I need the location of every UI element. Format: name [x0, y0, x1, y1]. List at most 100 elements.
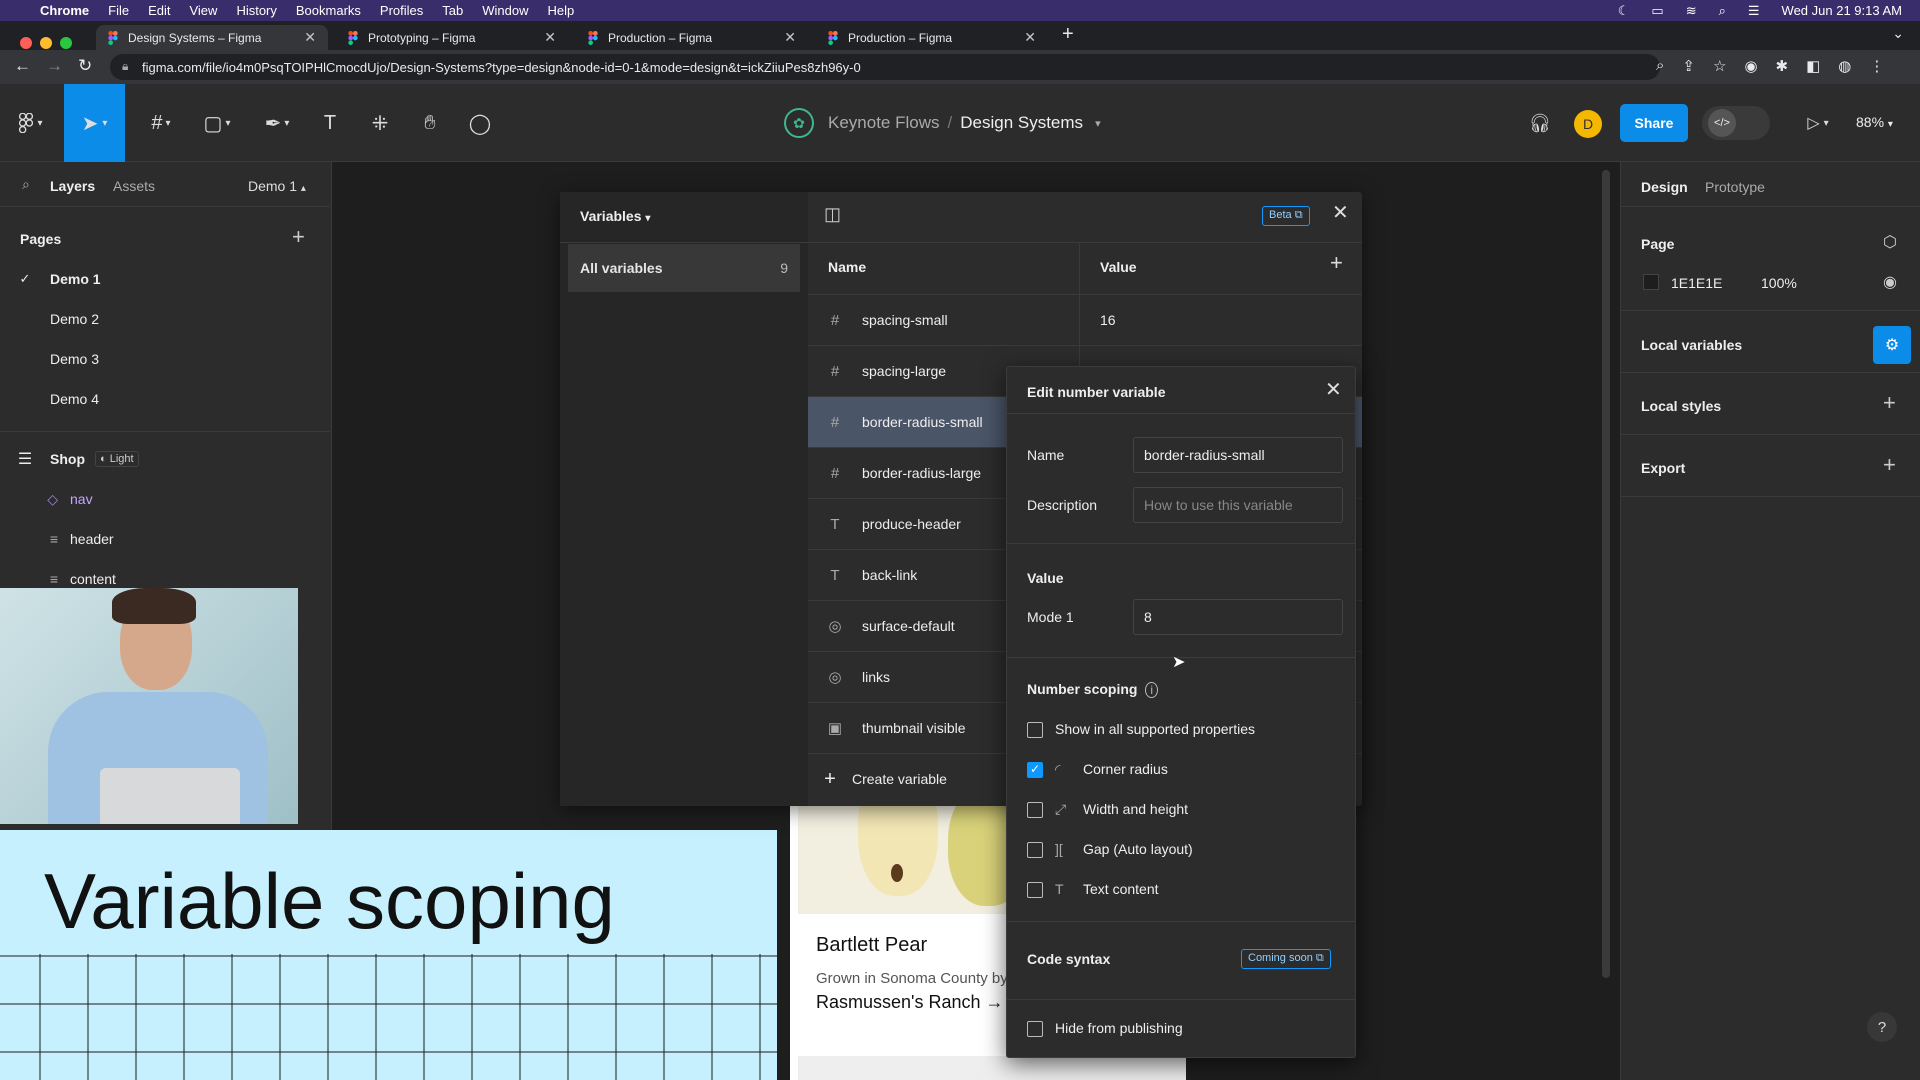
wifi-icon[interactable]: ≋	[1686, 3, 1697, 19]
zoom-dropdown[interactable]: 88% ▾	[1856, 114, 1893, 130]
collection-dropdown[interactable]: Variables ▾	[580, 208, 650, 224]
share-button[interactable]: Share	[1620, 104, 1688, 142]
file-name[interactable]: Design Systems	[960, 113, 1083, 133]
move-tool[interactable]: ➤ ▾	[64, 84, 125, 162]
add-export-button[interactable]: +	[1883, 452, 1896, 478]
present-button[interactable]: ▷ ▾	[1798, 84, 1838, 162]
lock-icon[interactable]: 🔒︎	[122, 59, 128, 74]
close-icon[interactable]: ✕	[1332, 200, 1349, 225]
close-window-button[interactable]	[20, 37, 32, 49]
menu-bookmarks[interactable]: Bookmarks	[296, 3, 361, 18]
layer-nav[interactable]: ◇ nav	[0, 479, 330, 519]
page-item-demo-1[interactable]: ✓ Demo 1	[0, 259, 330, 299]
puzzle-icon[interactable]: ✱	[1776, 57, 1789, 75]
hide-publishing-checkbox[interactable]	[1027, 1021, 1043, 1037]
menu-file[interactable]: File	[108, 3, 129, 18]
tab-search-icon[interactable]: ⌄	[1892, 25, 1904, 42]
menu-profiles[interactable]: Profiles	[380, 3, 423, 18]
reload-icon[interactable]: ↻	[78, 56, 92, 76]
coming-soon-badge[interactable]: Coming soon ⧉	[1241, 949, 1331, 969]
extension-icon[interactable]: ◉	[1744, 57, 1757, 75]
name-field[interactable]: border-radius-small	[1133, 437, 1343, 473]
mode-badge[interactable]: ◐ Light	[95, 451, 139, 467]
browser-tab[interactable]: Production – Figma ✕	[816, 25, 1048, 50]
close-tab-icon[interactable]: ✕	[784, 29, 796, 46]
scope-checkbox-text-content[interactable]	[1027, 882, 1043, 898]
menu-icon[interactable]: ⋮	[1869, 57, 1884, 75]
shape-tool[interactable]: ▢ ▾	[192, 84, 242, 162]
page-item-demo-2[interactable]: Demo 2	[0, 299, 330, 339]
add-page-button[interactable]: +	[292, 224, 305, 250]
page-opacity-value[interactable]: 100%	[1761, 275, 1797, 291]
toggle-sidebar-icon[interactable]: ◫	[824, 204, 841, 225]
search-icon[interactable]: ⌕	[22, 176, 30, 193]
frame-tool[interactable]: # ▾	[136, 84, 186, 162]
hand-tool[interactable]: ✋︎	[412, 84, 448, 162]
dev-mode-toggle[interactable]: </>	[1702, 106, 1770, 140]
minimize-window-button[interactable]	[40, 37, 52, 49]
menu-tab[interactable]: Tab	[442, 3, 463, 18]
moon-icon[interactable]: ☾	[1618, 3, 1630, 19]
group-all-variables[interactable]: All variables 9	[568, 244, 800, 292]
beta-badge[interactable]: Beta ⧉	[1262, 206, 1310, 226]
tab-design[interactable]: Design	[1641, 179, 1688, 195]
menu-window[interactable]: Window	[482, 3, 528, 18]
menu-help[interactable]: Help	[548, 3, 575, 18]
chevron-down-icon[interactable]: ▾	[1095, 117, 1101, 130]
scope-checkbox-all[interactable]	[1027, 722, 1043, 738]
main-menu-button[interactable]: ▾	[0, 84, 62, 162]
page-switcher[interactable]: Demo 1 ▴	[248, 178, 306, 194]
app-menu[interactable]: Chrome	[40, 3, 89, 18]
mode-value-field[interactable]: 8	[1133, 599, 1343, 635]
menu-view[interactable]: View	[189, 3, 217, 18]
info-icon[interactable]: i	[1145, 682, 1159, 698]
control-center-icon[interactable]: ☰	[1748, 3, 1760, 19]
menu-edit[interactable]: Edit	[148, 3, 170, 18]
variable-row[interactable]: # spacing-small 16	[808, 294, 1362, 345]
tab-prototype[interactable]: Prototype	[1705, 179, 1765, 195]
profile-icon[interactable]: ◍	[1838, 57, 1851, 75]
browser-tab[interactable]: Production – Figma ✕	[576, 25, 808, 50]
tab-layers[interactable]: Layers	[50, 178, 95, 194]
close-tab-icon[interactable]: ✕	[1024, 29, 1036, 46]
scope-checkbox-width-height[interactable]	[1027, 802, 1043, 818]
scrollbar[interactable]	[1602, 170, 1610, 978]
pen-tool[interactable]: ✒ ▾	[252, 84, 302, 162]
description-field[interactable]: How to use this variable	[1133, 487, 1343, 523]
battery-icon[interactable]: ▭	[1651, 3, 1663, 19]
forward-icon[interactable]: →	[46, 56, 63, 76]
zoom-icon[interactable]: ⌕	[1656, 57, 1664, 75]
library-icon[interactable]: ⬡	[1883, 232, 1897, 252]
new-tab-button[interactable]: +	[1062, 23, 1074, 46]
avatar[interactable]: D	[1574, 110, 1602, 138]
layer-frame-shop[interactable]: ☰ Shop ◐ Light	[0, 439, 330, 479]
url-field[interactable]: 🔒︎ figma.com/file/io4m0PsqTOIPHlCmocdUjo…	[110, 54, 1660, 80]
team-logo-icon[interactable]: ✿	[784, 108, 814, 138]
audio-button[interactable]: 🎧︎	[1522, 84, 1558, 162]
page-color-value[interactable]: 1E1E1E	[1671, 275, 1722, 291]
browser-tab[interactable]: Prototyping – Figma ✕	[336, 25, 568, 50]
close-tab-icon[interactable]: ✕	[544, 29, 556, 46]
add-mode-button[interactable]: +	[1330, 250, 1343, 276]
browser-tab[interactable]: Design Systems – Figma ✕	[96, 25, 328, 50]
sidepanel-icon[interactable]: ◧	[1806, 57, 1820, 75]
page-color-swatch[interactable]	[1643, 274, 1659, 290]
close-tab-icon[interactable]: ✕	[304, 29, 316, 46]
comment-tool[interactable]: ◯	[462, 84, 498, 162]
page-item-demo-3[interactable]: Demo 3	[0, 339, 330, 379]
page-item-demo-4[interactable]: Demo 4	[0, 379, 330, 419]
zoom-window-button[interactable]	[60, 37, 72, 49]
project-name[interactable]: Keynote Flows	[828, 113, 940, 133]
layer-header[interactable]: ≡ header	[0, 519, 330, 559]
menu-history[interactable]: History	[236, 3, 276, 18]
text-tool[interactable]: T	[312, 84, 348, 162]
eye-icon[interactable]: ◉	[1883, 272, 1897, 292]
scope-checkbox-gap[interactable]	[1027, 842, 1043, 858]
tab-assets[interactable]: Assets	[113, 178, 155, 194]
add-style-button[interactable]: +	[1883, 390, 1896, 416]
clock[interactable]: Wed Jun 21 9:13 AM	[1782, 3, 1902, 18]
scope-checkbox-corner-radius[interactable]: ✓	[1027, 762, 1043, 778]
search-icon[interactable]: ⌕	[1719, 3, 1726, 19]
help-button[interactable]: ?	[1867, 1012, 1897, 1042]
product-link[interactable]: Rasmussen's Ranch →	[816, 992, 1004, 1013]
